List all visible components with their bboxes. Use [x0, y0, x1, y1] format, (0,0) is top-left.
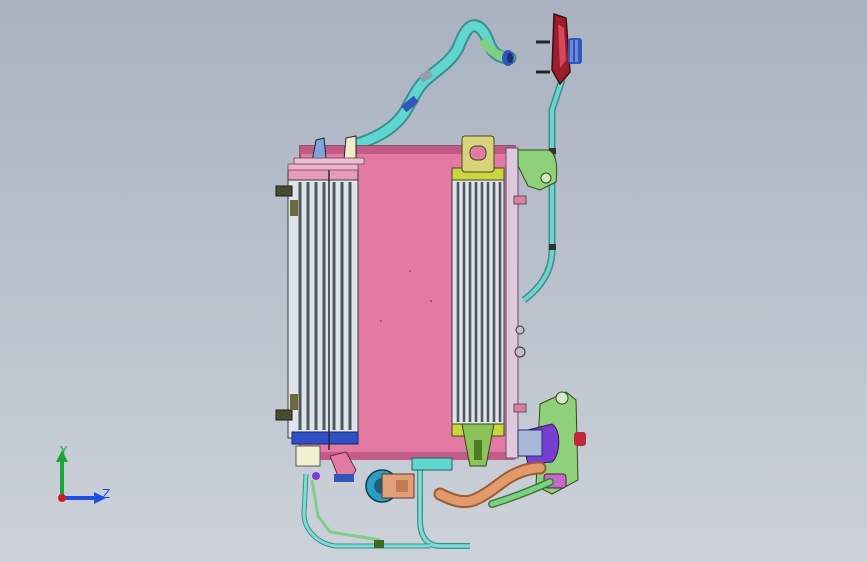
x-axis-dot — [58, 494, 66, 502]
cad-viewport[interactable]: Y Z — [0, 0, 867, 562]
assembly-drawing[interactable]: Y Z — [0, 0, 867, 562]
triad-z-label: Z — [102, 487, 110, 501]
upper-inlet-hose[interactable] — [345, 19, 517, 153]
right-coolant-pipe[interactable] — [521, 78, 566, 303]
lower-coolant-hoses[interactable] — [411, 457, 554, 549]
electric-pump[interactable] — [365, 469, 415, 503]
triad-y-label: Y — [59, 444, 68, 458]
coordinate-triad: Y Z — [56, 444, 110, 504]
side-frame-rail[interactable] — [505, 147, 527, 459]
fan-motor-bracket[interactable] — [536, 12, 582, 86]
condenser-left[interactable] — [287, 163, 359, 450]
upper-right-bracket[interactable] — [517, 149, 558, 191]
bolt-icon — [536, 40, 550, 74]
oil-cooler-right[interactable] — [451, 135, 505, 467]
